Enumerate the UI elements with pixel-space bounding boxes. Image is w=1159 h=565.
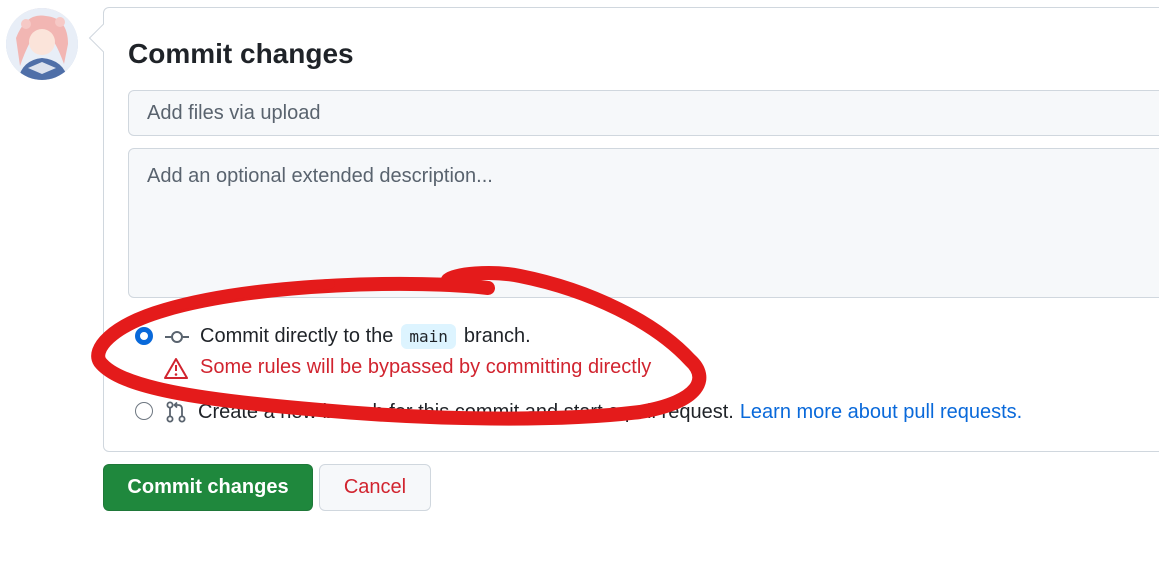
- learn-more-pr-link[interactable]: Learn more about pull requests.: [740, 401, 1022, 424]
- bypass-warning-text: Some rules will be bypassed by committin…: [200, 356, 652, 378]
- commit-description-input[interactable]: [128, 148, 1159, 298]
- branch-name-badge: main: [401, 324, 456, 349]
- cancel-button[interactable]: Cancel: [319, 464, 431, 511]
- option-new-branch-text: Create a new branch for this commit and …: [198, 400, 734, 423]
- commit-summary-input[interactable]: [128, 90, 1159, 136]
- bypass-warning: Some rules will be bypassed by committin…: [164, 356, 651, 379]
- commit-changes-button[interactable]: Commit changes: [103, 464, 313, 511]
- option-direct-suffix: branch.: [463, 325, 531, 347]
- user-avatar[interactable]: [6, 8, 78, 80]
- radio-commit-direct[interactable]: [135, 327, 153, 345]
- dialog-title: Commit changes: [128, 38, 354, 69]
- git-pull-request-icon: [164, 400, 188, 424]
- option-commit-direct[interactable]: Commit directly to the main branch.: [164, 324, 531, 349]
- radio-new-branch[interactable]: [135, 402, 153, 420]
- commit-page: Commit changes Commit directly to the ma…: [0, 0, 1159, 565]
- option-direct-prefix: Commit directly to the: [200, 325, 394, 347]
- avatar-image: [6, 8, 78, 80]
- alert-triangle-icon: [164, 357, 188, 379]
- git-commit-icon: [164, 329, 190, 345]
- option-new-branch[interactable]: Create a new branch for this commit and …: [164, 400, 1022, 424]
